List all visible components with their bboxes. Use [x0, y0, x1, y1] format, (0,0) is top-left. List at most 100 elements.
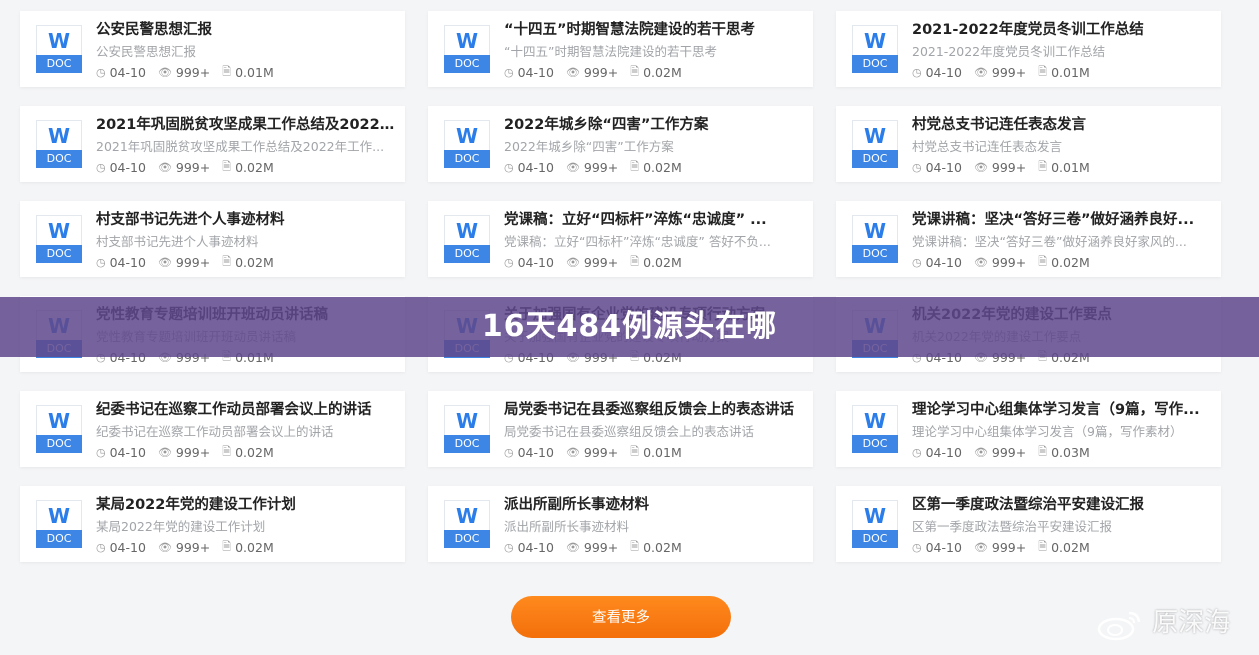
document-views: 999+ [175, 160, 211, 175]
document-subtitle: 2021-2022年度党员冬训工作总结 [912, 44, 1106, 59]
document-date: 04-10 [109, 255, 146, 270]
doc-icon-letter: W [36, 215, 82, 245]
doc-icon-type: DOC [444, 530, 490, 548]
doc-icon-letter: W [444, 405, 490, 435]
document-title[interactable]: 局党委书记在县委巡察组反馈会上的表态讲话 [504, 398, 806, 419]
file-icon: 🗎 [630, 540, 640, 553]
document-date: 04-10 [109, 65, 146, 80]
document-title[interactable]: “十四五”时期智慧法院建设的若干思考 [504, 18, 806, 39]
eye-icon: 👁 [157, 256, 172, 269]
clock-icon: ◷ [504, 446, 514, 459]
document-meta: ◷04-10 👁999+ 🗎0.02M [504, 158, 682, 177]
document-subtitle: 村支部书记先进个人事迹材料 [96, 234, 259, 249]
eye-icon: 👁 [565, 446, 580, 459]
word-doc-icon: WDOC [852, 405, 898, 455]
document-date: 04-10 [517, 445, 554, 460]
document-views: 999+ [583, 160, 619, 175]
document-views: 999+ [175, 255, 211, 270]
document-title[interactable]: 党课讲稿：坚决“答好三卷”做好涵养良好... [912, 208, 1214, 229]
document-card[interactable]: W DOC 理论学习中心组集体学习发言（9篇，写作... 理论学习中心组集体学习发言（… [836, 391, 1221, 467]
eye-icon: 👁 [157, 446, 172, 459]
document-subtitle: 理论学习中心组集体学习发言（9篇，写作素材） [912, 424, 1183, 439]
document-card[interactable]: W DOC 村党总支书记连任表态发言 村党总支书记连任表态发言 ◷ 04-10 👁 999+ 🗎… [836, 106, 1221, 182]
word-doc-icon: WDOC [852, 215, 898, 265]
document-size: 0.02M [235, 255, 274, 270]
clock-icon: ◷ [912, 256, 922, 269]
document-meta: ◷04-10 👁999+ 🗎0.02M [96, 158, 274, 177]
doc-icon-letter: W [444, 215, 490, 245]
eye-icon: 👁 [565, 66, 580, 79]
document-card[interactable]: W DOC 2021-2022年度党员冬训工作总结 2021-2022年度党员冬训工作… [836, 11, 1221, 87]
eye-icon: 👁 [157, 66, 172, 79]
document-date: 04-10 [925, 540, 962, 555]
document-title[interactable]: 2021年巩固脱贫攻坚成果工作总结及2022年工作... [96, 113, 398, 134]
weibo-logo-icon [1097, 611, 1141, 640]
document-card[interactable]: W DOC 区第一季度政法暨综治平安建设汇报 区第一季度政法暨综治平安建设汇报 ◷ 04-… [836, 486, 1221, 562]
file-icon: 🗎 [1038, 445, 1048, 458]
file-icon: 🗎 [222, 160, 232, 173]
word-doc-icon: WDOC [852, 500, 898, 550]
document-card[interactable]: W DOC 纪委书记在巡察工作动员部署会议上的讲话 纪委书记在巡察工作动员部署会议上的… [20, 391, 405, 467]
file-icon: 🗎 [1038, 540, 1048, 553]
word-doc-icon: WDOC [444, 405, 490, 455]
document-views: 999+ [175, 540, 211, 555]
document-card[interactable]: W DOC 党课稿：立好“四标杆”淬炼“忠诚度” ... 党课稿：立好“四标杆”淬炼“… [428, 201, 813, 277]
document-card[interactable]: W DOC 党课讲稿：坚决“答好三卷”做好涵养良好... 党课讲稿：坚决“答好三卷”做… [836, 201, 1221, 277]
document-date: 04-10 [517, 160, 554, 175]
file-icon: 🗎 [222, 445, 232, 458]
document-meta: ◷04-10 👁999+ 🗎0.02M [96, 538, 274, 557]
document-title[interactable]: 2021-2022年度党员冬训工作总结 [912, 18, 1214, 39]
document-card[interactable]: W DOC 局党委书记在县委巡察组反馈会上的表态讲话 局党委书记在县委巡察组反馈会上的… [428, 391, 813, 467]
eye-icon: 👁 [973, 161, 988, 174]
document-card[interactable]: W DOC “十四五”时期智慧法院建设的若干思考 “十四五”时期智慧法院建设的若干思考… [428, 11, 813, 87]
eye-icon: 👁 [973, 256, 988, 269]
document-card[interactable]: W DOC 某局2022年党的建设工作计划 某局2022年党的建设工作计划 ◷ 04-10… [20, 486, 405, 562]
document-title[interactable]: 某局2022年党的建设工作计划 [96, 493, 398, 514]
file-icon: 🗎 [1038, 65, 1048, 78]
document-size: 0.02M [1051, 540, 1090, 555]
word-doc-icon: WDOC [36, 500, 82, 550]
document-title[interactable]: 公安民警思想汇报 [96, 18, 398, 39]
document-size: 0.02M [235, 445, 274, 460]
eye-icon: 👁 [157, 541, 172, 554]
file-icon: 🗎 [1038, 255, 1048, 268]
document-title[interactable]: 纪委书记在巡察工作动员部署会议上的讲话 [96, 398, 398, 419]
document-title[interactable]: 党课稿：立好“四标杆”淬炼“忠诚度” ... [504, 208, 806, 229]
document-subtitle: 党课讲稿：坚决“答好三卷”做好涵养良好家风的... [912, 234, 1187, 249]
document-views: 999+ [583, 255, 619, 270]
doc-icon-letter: W [444, 500, 490, 530]
document-subtitle: 区第一季度政法暨综治平安建设汇报 [912, 519, 1113, 534]
document-card[interactable]: W DOC 村支部书记先进个人事迹材料 村支部书记先进个人事迹材料 ◷ 04-10 👁 999… [20, 201, 405, 277]
clock-icon: ◷ [912, 446, 922, 459]
clock-icon: ◷ [912, 161, 922, 174]
document-title[interactable]: 村党总支书记连任表态发言 [912, 113, 1214, 134]
document-date: 04-10 [109, 445, 146, 460]
document-card[interactable]: WDOC 2021年巩固脱贫攻坚成果工作总结及2022年工作... 2021年巩固脱… [20, 106, 405, 182]
document-meta: ◷ 04-10 👁 999+ 🗎 0.03M [912, 443, 1090, 462]
document-title[interactable]: 村支部书记先进个人事迹材料 [96, 208, 398, 229]
doc-icon-letter: W [36, 120, 82, 150]
document-size: 0.01M [1051, 160, 1090, 175]
document-title[interactable]: 派出所副所长事迹材料 [504, 493, 806, 514]
document-date: 04-10 [925, 445, 962, 460]
eye-icon: 👁 [973, 66, 988, 79]
doc-icon-type: DOC [852, 245, 898, 263]
doc-icon-type: DOC [852, 530, 898, 548]
document-views: 999+ [991, 65, 1027, 80]
document-subtitle: 党课稿：立好“四标杆”淬炼“忠诚度” 答好不负... [504, 234, 771, 249]
clock-icon: ◷ [96, 161, 106, 174]
word-doc-icon: WDOC [852, 120, 898, 170]
doc-icon-type: DOC [36, 530, 82, 548]
view-more-button[interactable]: 查看更多 [511, 596, 731, 638]
doc-icon-letter: W [444, 25, 490, 55]
document-card[interactable]: W DOC 公安民警思想汇报 公安民警思想汇报 ◷ 04-10 👁 999+ 🗎 0.01M [20, 11, 405, 87]
eye-icon: 👁 [565, 256, 580, 269]
document-title[interactable]: 2022年城乡除“四害”工作方案 [504, 113, 806, 134]
document-size: 0.02M [643, 65, 682, 80]
document-subtitle: 局党委书记在县委巡察组反馈会上的表态讲话 [504, 424, 755, 439]
document-card[interactable]: W DOC 派出所副所长事迹材料 派出所副所长事迹材料 ◷ 04-10 👁 999+ 🗎 0.02… [428, 486, 813, 562]
document-views: 999+ [991, 160, 1027, 175]
document-card[interactable]: W DOC 2022年城乡除“四害”工作方案 2022年城乡除“四害”工作方案 ◷ 04-… [428, 106, 813, 182]
document-title[interactable]: 区第一季度政法暨综治平安建设汇报 [912, 493, 1214, 514]
document-title[interactable]: 理论学习中心组集体学习发言（9篇，写作... [912, 398, 1214, 419]
